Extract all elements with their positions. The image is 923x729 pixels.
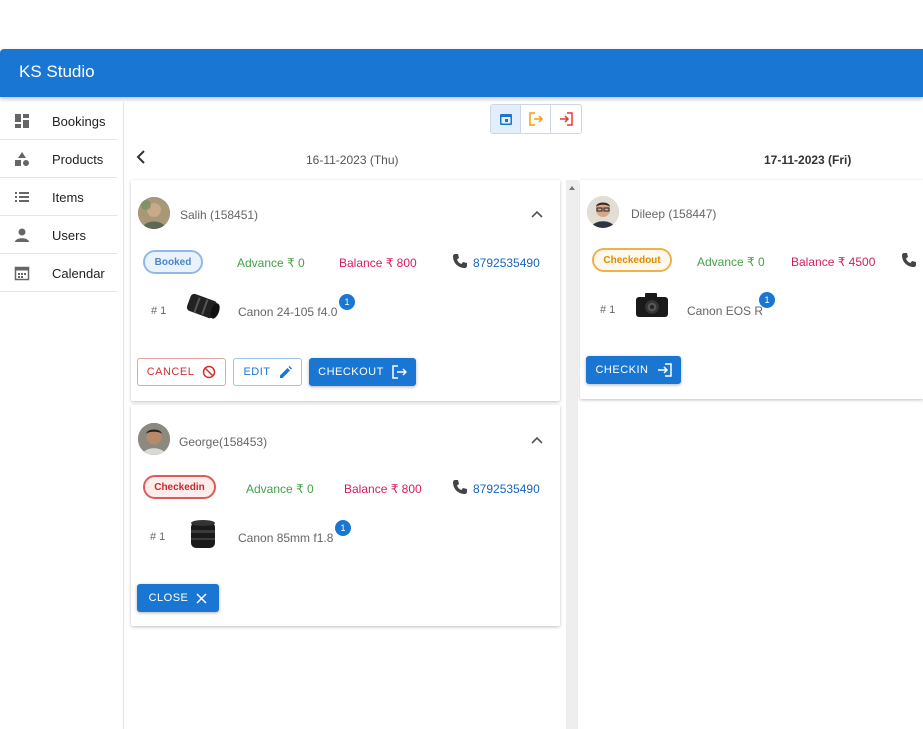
calendar-view-button[interactable] [491,105,521,133]
lens-image [191,520,215,548]
checkin-view-button[interactable] [551,105,581,133]
camera-image [636,293,668,317]
balance-amount: Balance ₹ 800 [339,256,417,270]
block-icon [203,365,216,379]
advance-amount: Advance ₹ 0 [237,256,305,270]
calendar-icon [14,266,30,281]
login-icon [657,363,672,377]
advance-amount: Advance ₹ 0 [697,255,765,269]
customer-name: Dileep (158447) [631,207,717,221]
booking-card: Dileep (158447) Checkedout Advance ₹ 0 B… [580,180,923,399]
balance-amount: Balance ₹ 800 [344,482,422,496]
booking-card: Salih (158451) Booked Advance ₹ 0 Balanc… [131,180,560,401]
status-badge: Booked [143,250,203,274]
chevron-left-icon[interactable] [132,148,150,166]
column-scrollbar[interactable] [566,180,578,729]
quantity-badge: 1 [335,520,351,536]
phone-number[interactable]: 8792535490 [473,256,540,270]
booking-card: George(158453) Checkedin Advance ₹ 0 Bal… [131,405,560,626]
checkout-view-button[interactable] [521,105,551,133]
category-icon [15,152,29,166]
close-icon [196,592,207,604]
sidebar-item-products[interactable]: Products [0,140,117,178]
chevron-up-icon[interactable] [531,436,543,444]
phone-icon [453,480,467,494]
checkout-button[interactable]: CHECKOUT [309,358,416,386]
status-badge: Checkedout [592,248,672,272]
calendar-icon [499,114,512,125]
date-header-2: 17-11-2023 (Fri) [764,153,852,167]
sidebar-item-label: Items [52,190,84,205]
item-index: # 1 [600,304,616,316]
edit-button[interactable]: EDIT [233,358,302,386]
customer-name: George(158453) [179,435,268,449]
sidebar: Bookings Products Items Users Calendar [0,102,124,729]
phone-number[interactable]: 8792535490 [473,482,540,496]
item-index: # 1 [150,531,166,543]
quantity-badge: 1 [339,294,355,310]
chevron-up-icon[interactable] [531,210,543,218]
list-icon [15,192,29,202]
checkin-button[interactable]: CHECKIN [586,356,681,384]
cancel-button[interactable]: CANCEL [137,358,226,386]
avatar [138,423,170,455]
date-header-1: 16-11-2023 (Thu) [306,153,399,167]
sidebar-item-label: Calendar [52,266,105,281]
product-name: Canon 24-105 f4.0 [238,305,338,319]
app-title: KS Studio [19,62,95,81]
phone-icon [453,254,467,268]
logout-icon [528,112,543,126]
product-name: Canon EOS R [687,304,764,318]
sidebar-item-calendar[interactable]: Calendar [0,254,117,292]
product-name: Canon 85mm f1.8 [238,531,334,545]
person-icon [15,228,29,242]
avatar [587,196,619,228]
phone-icon [902,253,916,267]
sidebar-item-users[interactable]: Users [0,216,117,254]
quantity-badge: 1 [759,292,775,308]
customer-name: Salih (158451) [180,208,259,222]
logout-icon [392,365,407,379]
pencil-icon [279,365,292,378]
sidebar-item-label: Products [52,152,104,167]
lens-image [186,293,220,319]
advance-amount: Advance ₹ 0 [246,482,314,496]
status-badge: Checkedin [143,475,216,499]
dashboard-icon [15,114,29,128]
login-icon [560,112,573,126]
balance-amount: Balance ₹ 4500 [791,255,876,269]
avatar [138,197,170,229]
sidebar-item-label: Bookings [52,114,106,129]
sidebar-item-items[interactable]: Items [0,178,117,216]
close-button[interactable]: CLOSE [137,584,219,612]
app-bar: KS Studio [0,49,923,97]
item-index: # 1 [151,305,167,317]
sidebar-item-label: Users [52,228,86,243]
sidebar-item-bookings[interactable]: Bookings [0,102,117,140]
view-toggle-group [490,104,582,134]
